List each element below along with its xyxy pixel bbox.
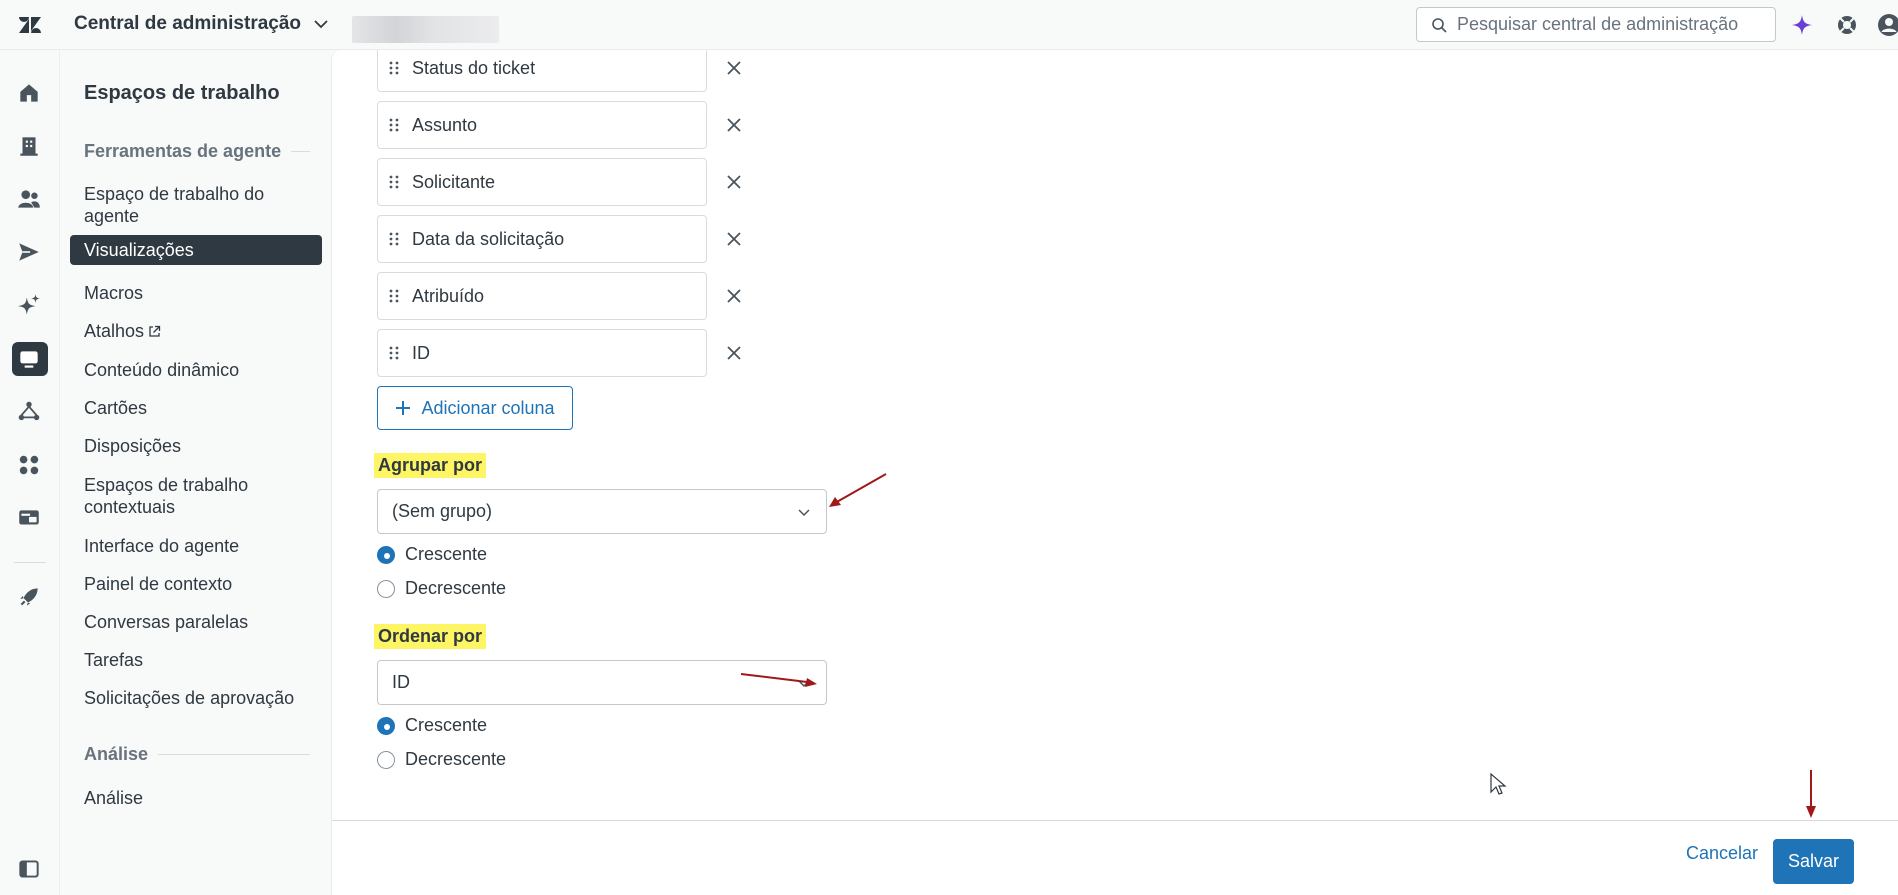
drag-handle-icon[interactable] xyxy=(388,344,400,362)
ai-sparkle-icon[interactable] xyxy=(1790,13,1814,37)
action-footer: Cancelar Salvar xyxy=(331,820,1898,895)
column-label: Assunto xyxy=(412,114,478,135)
collapse-sidebar-icon[interactable] xyxy=(16,856,42,882)
rail-divider xyxy=(14,562,46,563)
view-editor: Status do ticket Assunto Solicitante Dat… xyxy=(331,50,1898,820)
ai-sparkles-icon[interactable] xyxy=(16,292,42,318)
mouse-cursor-icon xyxy=(1490,772,1507,795)
search-icon xyxy=(1432,17,1447,33)
column-label: Status do ticket xyxy=(412,57,536,78)
nav-section-analysis: Análise xyxy=(84,744,310,765)
search-box[interactable] xyxy=(1416,7,1776,42)
cancel-button[interactable]: Cancelar xyxy=(1686,843,1758,864)
nav-item-shortcuts[interactable]: Atalhos xyxy=(84,320,310,342)
drag-handle-icon[interactable] xyxy=(388,173,400,191)
nav-item-approval-requests[interactable]: Solicitações de aprovação xyxy=(84,687,310,709)
zendesk-logo-icon[interactable] xyxy=(18,13,42,37)
radio-dot-selected xyxy=(377,545,395,564)
group-by-select[interactable]: (Sem grupo) xyxy=(377,489,827,534)
column-row-assignee[interactable]: Atribuído xyxy=(377,272,707,320)
rocket-icon[interactable] xyxy=(16,584,42,610)
column-row-subject[interactable]: Assunto xyxy=(377,101,707,149)
order-ascending-radio[interactable]: Crescente xyxy=(377,715,487,736)
nav-item-macros[interactable]: Macros xyxy=(84,282,310,304)
column-label: Data da solicitação xyxy=(412,228,565,249)
people-icon[interactable] xyxy=(16,186,42,212)
close-icon[interactable] xyxy=(723,171,745,193)
nav-item-contextual-workspaces[interactable]: Espaços de trabalho contextuais xyxy=(84,474,310,518)
drag-handle-icon[interactable] xyxy=(388,287,400,305)
order-by-select[interactable]: ID xyxy=(377,660,827,705)
product-name: Central de administração xyxy=(74,13,302,34)
column-row-request-date[interactable]: Data da solicitação xyxy=(377,215,707,263)
radio-dot-selected xyxy=(377,716,395,735)
order-by-label: Ordenar por xyxy=(374,624,487,649)
add-column-label: Adicionar coluna xyxy=(421,397,555,418)
close-icon[interactable] xyxy=(723,228,745,250)
radio-dot xyxy=(377,579,395,598)
building-icon[interactable] xyxy=(16,133,42,159)
column-label: ID xyxy=(412,342,430,363)
drag-handle-icon[interactable] xyxy=(388,230,400,248)
order-by-value: ID xyxy=(392,672,410,692)
nav-item-dynamic-content[interactable]: Conteúdo dinâmico xyxy=(84,359,310,381)
nav-item-tasks[interactable]: Tarefas xyxy=(84,649,310,671)
plus-icon xyxy=(396,401,411,415)
chevron-down-icon xyxy=(798,508,810,516)
icon-rail xyxy=(0,50,60,895)
column-label: Atribuído xyxy=(412,285,485,306)
order-descending-radio[interactable]: Decrescente xyxy=(377,749,506,770)
nav-title: Espaços de trabalho xyxy=(84,82,280,104)
column-row-id[interactable]: ID xyxy=(377,329,707,377)
send-channels-icon[interactable] xyxy=(16,239,42,265)
drag-handle-icon[interactable] xyxy=(388,116,400,134)
settings-nav: Espaços de trabalho Ferramentas de agent… xyxy=(60,50,330,895)
annotation-arrow xyxy=(1806,770,1816,818)
column-label: Solicitante xyxy=(412,171,496,192)
column-row-requester[interactable]: Solicitante xyxy=(377,158,707,206)
help-lifebuoy-icon[interactable] xyxy=(1835,13,1859,37)
group-descending-radio[interactable]: Decrescente xyxy=(377,578,506,599)
close-icon[interactable] xyxy=(723,342,745,364)
column-row-ticket-status[interactable]: Status do ticket xyxy=(377,50,707,92)
product-switcher[interactable]: Central de administração xyxy=(74,13,331,35)
close-icon[interactable] xyxy=(723,57,745,79)
nav-section-agent-tools: Ferramentas de agente xyxy=(84,141,310,162)
top-bar: Central de administração xyxy=(0,0,1898,50)
objects-rules-icon[interactable] xyxy=(16,399,42,425)
nav-item-agent-interface[interactable]: Interface do agente xyxy=(84,535,310,557)
user-avatar-icon[interactable] xyxy=(1877,13,1898,37)
group-by-label: Agrupar por xyxy=(374,453,487,478)
workspace-monitor-icon xyxy=(20,351,38,368)
group-by-value: (Sem grupo) xyxy=(392,501,493,521)
account-billing-icon[interactable] xyxy=(16,505,42,531)
radio-dot xyxy=(377,750,395,769)
add-column-button[interactable]: Adicionar coluna xyxy=(377,386,573,430)
close-icon[interactable] xyxy=(723,114,745,136)
home-icon[interactable] xyxy=(16,80,42,106)
close-icon[interactable] xyxy=(723,285,745,307)
nav-item-side-conversations[interactable]: Conversas paralelas xyxy=(84,611,310,633)
drag-handle-icon[interactable] xyxy=(388,59,400,77)
chevron-down-icon xyxy=(314,20,328,29)
external-link-icon xyxy=(149,325,161,337)
search-input[interactable] xyxy=(1457,14,1757,35)
nav-item-cards[interactable]: Cartões xyxy=(84,397,310,419)
annotation-arrow xyxy=(829,473,887,507)
nav-item-context-panel[interactable]: Painel de contexto xyxy=(84,573,310,595)
chevron-down-icon xyxy=(798,679,810,687)
apps-grid-icon[interactable] xyxy=(16,452,42,478)
save-button[interactable]: Salvar xyxy=(1773,839,1854,884)
nav-item-layouts[interactable]: Disposições xyxy=(84,435,310,457)
nav-item-agent-workspace[interactable]: Espaço de trabalho do agente xyxy=(84,183,310,227)
nav-item-views[interactable]: Visualizações xyxy=(70,235,322,265)
nav-item-analysis[interactable]: Análise xyxy=(84,787,310,809)
blurred-account-name xyxy=(352,16,499,43)
group-ascending-radio[interactable]: Crescente xyxy=(377,544,487,565)
